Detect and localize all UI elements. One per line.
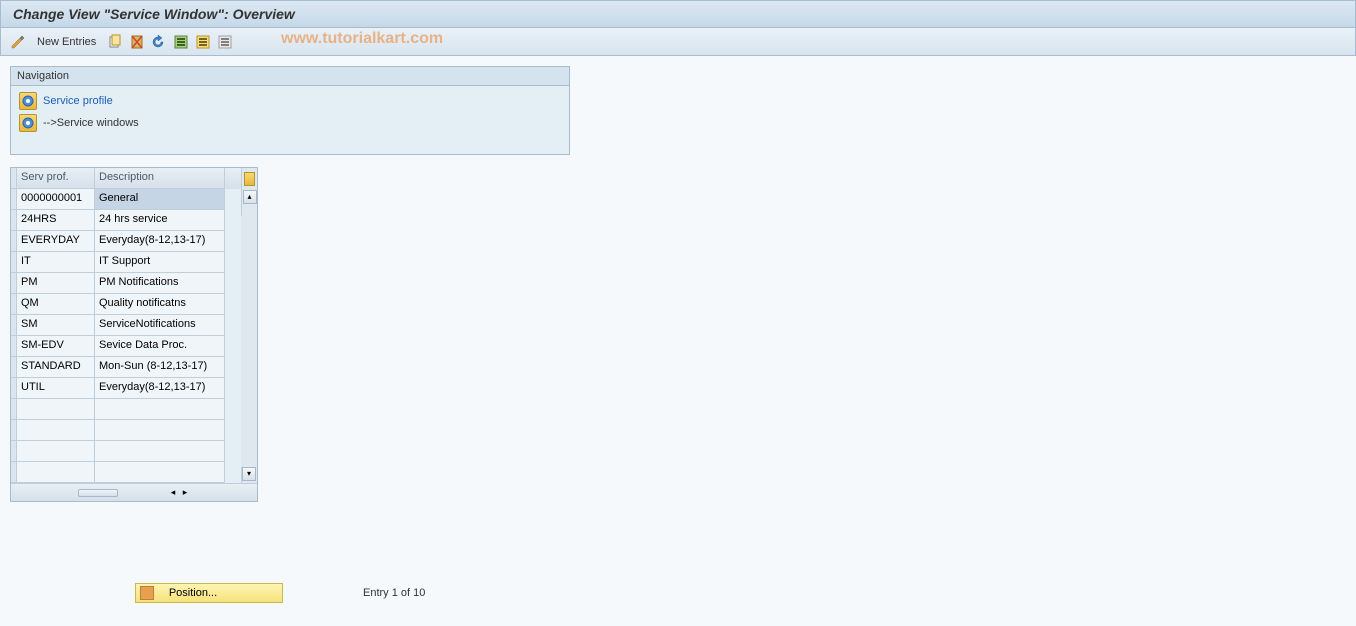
cell-prof[interactable]: QM [17, 294, 95, 315]
scroll-right-icon[interactable]: ▸ [180, 487, 190, 499]
table-row[interactable]: ITIT Support [11, 252, 241, 273]
table-row[interactable] [11, 441, 241, 462]
table-settings-icon[interactable] [244, 172, 255, 186]
deselect-all-icon[interactable] [216, 33, 234, 51]
navigation-body: Service profile -->Service windows [11, 86, 569, 154]
page-title: Change View "Service Window": Overview [13, 6, 295, 22]
cell-desc[interactable]: PM Notifications [95, 273, 225, 294]
cell-prof[interactable]: UTIL [17, 378, 95, 399]
undo-icon[interactable] [150, 33, 168, 51]
watermark: www.tutorialkart.com [281, 30, 443, 48]
delete-icon[interactable] [128, 33, 146, 51]
cell-desc[interactable] [95, 399, 225, 420]
table-row[interactable]: 24HRS24 hrs service [11, 210, 241, 231]
scroll-track[interactable] [241, 216, 257, 467]
table-row[interactable] [11, 420, 241, 441]
content-area: Navigation Service profile -->Service wi… [0, 56, 1356, 512]
vertical-scrollbar[interactable]: ▴ ▾ [241, 168, 257, 483]
folder-icon [19, 114, 37, 132]
table-row[interactable]: 0000000001General [11, 189, 241, 210]
table-row[interactable] [11, 462, 241, 483]
cell-desc[interactable] [95, 420, 225, 441]
position-label: Position... [169, 587, 217, 599]
cell-desc[interactable]: IT Support [95, 252, 225, 273]
table-row[interactable]: EVERYDAYEveryday(8-12,13-17) [11, 231, 241, 252]
cell-prof[interactable]: SM-EDV [17, 336, 95, 357]
cell-prof[interactable]: 24HRS [17, 210, 95, 231]
entry-count: Entry 1 of 10 [363, 587, 425, 599]
cell-desc[interactable] [95, 441, 225, 462]
table-footer: ◂ ▸ [11, 483, 257, 501]
change-icon[interactable] [9, 33, 27, 51]
nav-item-service-windows[interactable]: -->Service windows [19, 112, 561, 134]
cell-desc[interactable]: Quality notificatns [95, 294, 225, 315]
cell-desc[interactable]: Sevice Data Proc. [95, 336, 225, 357]
copy-icon[interactable] [106, 33, 124, 51]
cell-prof[interactable]: STANDARD [17, 357, 95, 378]
nav-link-label: Service profile [43, 95, 113, 107]
table-row[interactable]: UTILEveryday(8-12,13-17) [11, 378, 241, 399]
cell-desc[interactable]: 24 hrs service [95, 210, 225, 231]
table-row[interactable] [11, 399, 241, 420]
cell-prof[interactable]: SM [17, 315, 95, 336]
service-profile-table: Serv prof.Description0000000001General24… [10, 167, 258, 502]
select-block-icon[interactable] [194, 33, 212, 51]
cell-prof[interactable]: EVERYDAY [17, 231, 95, 252]
navigation-header: Navigation [11, 67, 569, 86]
cell-prof[interactable] [17, 420, 95, 441]
scroll-up-icon[interactable]: ▴ [243, 190, 257, 204]
cell-prof[interactable] [17, 399, 95, 420]
bottom-bar: Position... Entry 1 of 10 [135, 583, 425, 603]
cell-desc[interactable]: ServiceNotifications [95, 315, 225, 336]
nav-text-label: -->Service windows [43, 117, 139, 129]
cell-prof[interactable]: 0000000001 [17, 189, 95, 210]
scroll-down-icon[interactable]: ▾ [242, 467, 256, 481]
position-button[interactable]: Position... [135, 583, 283, 603]
cell-prof[interactable] [17, 462, 95, 483]
scroll-left-icon[interactable]: ◂ [168, 487, 178, 499]
table-header-row: Serv prof.Description [11, 168, 241, 189]
cell-desc[interactable]: Everyday(8-12,13-17) [95, 378, 225, 399]
cell-prof[interactable]: PM [17, 273, 95, 294]
column-header-desc[interactable]: Description [95, 168, 225, 189]
navigation-panel: Navigation Service profile -->Service wi… [10, 66, 570, 155]
cell-prof[interactable] [17, 441, 95, 462]
table-row[interactable]: PMPM Notifications [11, 273, 241, 294]
column-header-prof[interactable]: Serv prof. [17, 168, 95, 189]
resize-handle-icon[interactable] [78, 489, 118, 497]
cell-desc[interactable]: Mon-Sun (8-12,13-17) [95, 357, 225, 378]
cell-prof[interactable]: IT [17, 252, 95, 273]
select-all-icon[interactable] [172, 33, 190, 51]
nav-item-service-profile[interactable]: Service profile [19, 90, 561, 112]
table-row[interactable]: SMServiceNotifications [11, 315, 241, 336]
cell-desc[interactable] [95, 462, 225, 483]
table-row[interactable]: STANDARDMon-Sun (8-12,13-17) [11, 357, 241, 378]
table-row[interactable]: SM-EDVSevice Data Proc. [11, 336, 241, 357]
folder-icon [19, 92, 37, 110]
position-icon [140, 586, 154, 600]
table-row[interactable]: QMQuality notificatns [11, 294, 241, 315]
cell-desc[interactable]: General [95, 189, 225, 210]
new-entries-button[interactable]: New Entries [31, 36, 102, 48]
app-toolbar: New Entries www.tutorialkart.com [0, 28, 1356, 56]
cell-desc[interactable]: Everyday(8-12,13-17) [95, 231, 225, 252]
page-title-bar: Change View "Service Window": Overview [0, 0, 1356, 28]
